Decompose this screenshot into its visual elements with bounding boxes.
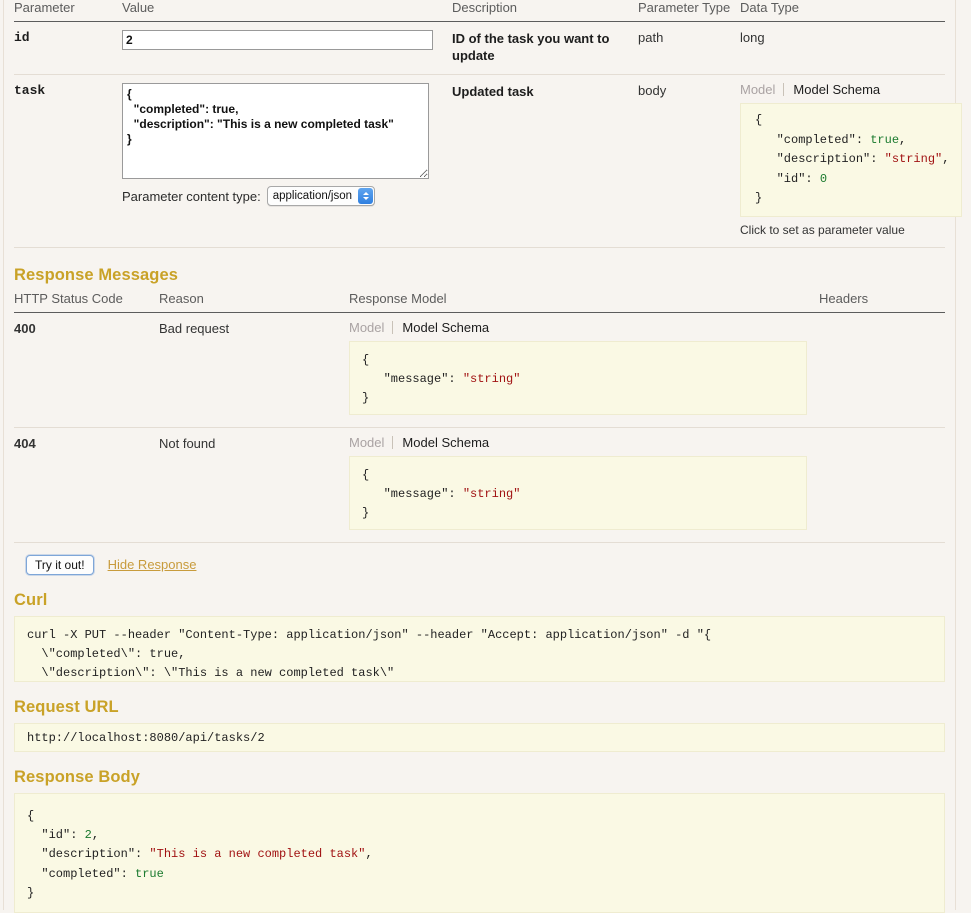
parameters-table: Parameter Value Description Parameter Ty… — [14, 0, 945, 248]
tab-model-task[interactable]: Model — [740, 83, 783, 96]
model-tabs-400: Model Model Schema — [349, 321, 819, 334]
parameter-type-task: body — [638, 75, 740, 247]
content-type-label: Parameter content type: — [122, 189, 261, 204]
tab-model-schema-400[interactable]: Model Schema — [392, 321, 489, 334]
response-body-section: Response Body { "id": 2, "description": … — [14, 768, 945, 913]
th-value: Value — [122, 0, 452, 22]
status-code-400: 400 — [14, 312, 159, 427]
response-body-title: Response Body — [14, 768, 945, 787]
response-message-row-404: 404 Not found Model Model Schema { "mess… — [14, 427, 945, 542]
tab-model-404[interactable]: Model — [349, 436, 392, 449]
parameter-type-id: path — [638, 22, 740, 75]
tab-model-schema-404[interactable]: Model Schema — [392, 436, 489, 449]
response-messages-table: HTTP Status Code Reason Response Model H… — [14, 291, 945, 543]
parameter-name-task: task — [14, 75, 122, 247]
th-http-status-code: HTTP Status Code — [14, 291, 159, 313]
status-reason-400: Bad request — [159, 312, 349, 427]
schema-click-hint: Click to set as parameter value — [740, 223, 945, 237]
tab-model-schema-task[interactable]: Model Schema — [783, 83, 880, 96]
parameter-description-id: ID of the task you want to update — [452, 22, 638, 75]
content-type-row: Parameter content type: application/json — [122, 186, 452, 206]
status-code-404: 404 — [14, 427, 159, 542]
operation-content: Parameter Value Description Parameter Ty… — [3, 0, 956, 910]
th-response-model: Response Model — [349, 291, 819, 313]
chevron-updown-icon — [358, 188, 373, 204]
response-schema-400: { "message": "string" } — [349, 341, 807, 415]
response-model-400: Model Model Schema { "message": "string"… — [349, 312, 819, 427]
swagger-operation-page: Parameter Value Description Parameter Ty… — [0, 0, 971, 910]
task-body-textarea[interactable]: { "completed": true, "description": "Thi… — [122, 83, 429, 179]
request-url-section: Request URL http://localhost:8080/api/ta… — [14, 698, 945, 752]
parameter-description-task: Updated task — [452, 75, 638, 247]
tab-model-400[interactable]: Model — [349, 321, 392, 334]
th-description: Description — [452, 0, 638, 22]
model-tabs-404: Model Model Schema — [349, 436, 819, 449]
parameter-row-task: task { "completed": true, "description":… — [14, 75, 945, 247]
response-messages-title: Response Messages — [14, 266, 945, 285]
try-it-out-button[interactable]: Try it out! — [26, 555, 94, 575]
th-reason: Reason — [159, 291, 349, 313]
response-schema-404: { "message": "string" } — [349, 456, 807, 530]
model-tabs-task: Model Model Schema — [740, 83, 945, 96]
response-headers-400 — [819, 312, 945, 427]
th-parameter: Parameter — [14, 0, 122, 22]
response-body-value: { "id": 2, "description": "This is a new… — [14, 793, 945, 913]
th-headers: Headers — [819, 291, 945, 313]
response-headers-404 — [819, 427, 945, 542]
curl-section: Curl curl -X PUT --header "Content-Type:… — [14, 591, 945, 682]
response-model-404: Model Model Schema { "message": "string"… — [349, 427, 819, 542]
task-model-schema-box[interactable]: { "completed": true, "description": "str… — [740, 103, 962, 216]
curl-command: curl -X PUT --header "Content-Type: appl… — [14, 616, 945, 682]
status-reason-404: Not found — [159, 427, 349, 542]
parameter-row-id: id ID of the task you want to update pat… — [14, 22, 945, 75]
parameter-data-type-id: long — [740, 22, 945, 75]
parameter-name-id: id — [14, 22, 122, 75]
parameter-data-type-task: Model Model Schema { "completed": true, … — [740, 75, 945, 247]
hide-response-link[interactable]: Hide Response — [108, 557, 197, 572]
response-messages-header-row: HTTP Status Code Reason Response Model H… — [14, 291, 945, 313]
id-input[interactable] — [122, 30, 433, 50]
parameters-header-row: Parameter Value Description Parameter Ty… — [14, 0, 945, 22]
operation-actions: Try it out! Hide Response — [26, 555, 945, 575]
th-parameter-type: Parameter Type — [638, 0, 740, 22]
request-url-value: http://localhost:8080/api/tasks/2 — [14, 723, 945, 752]
th-data-type: Data Type — [740, 0, 945, 22]
parameter-content-type-select[interactable]: application/json — [267, 186, 375, 206]
parameter-value-cell-task: { "completed": true, "description": "Thi… — [122, 75, 452, 247]
content-type-value: application/json — [273, 190, 358, 202]
curl-title: Curl — [14, 591, 945, 610]
request-url-title: Request URL — [14, 698, 945, 717]
parameter-value-cell-id — [122, 22, 452, 75]
response-message-row-400: 400 Bad request Model Model Schema { "me… — [14, 312, 945, 427]
